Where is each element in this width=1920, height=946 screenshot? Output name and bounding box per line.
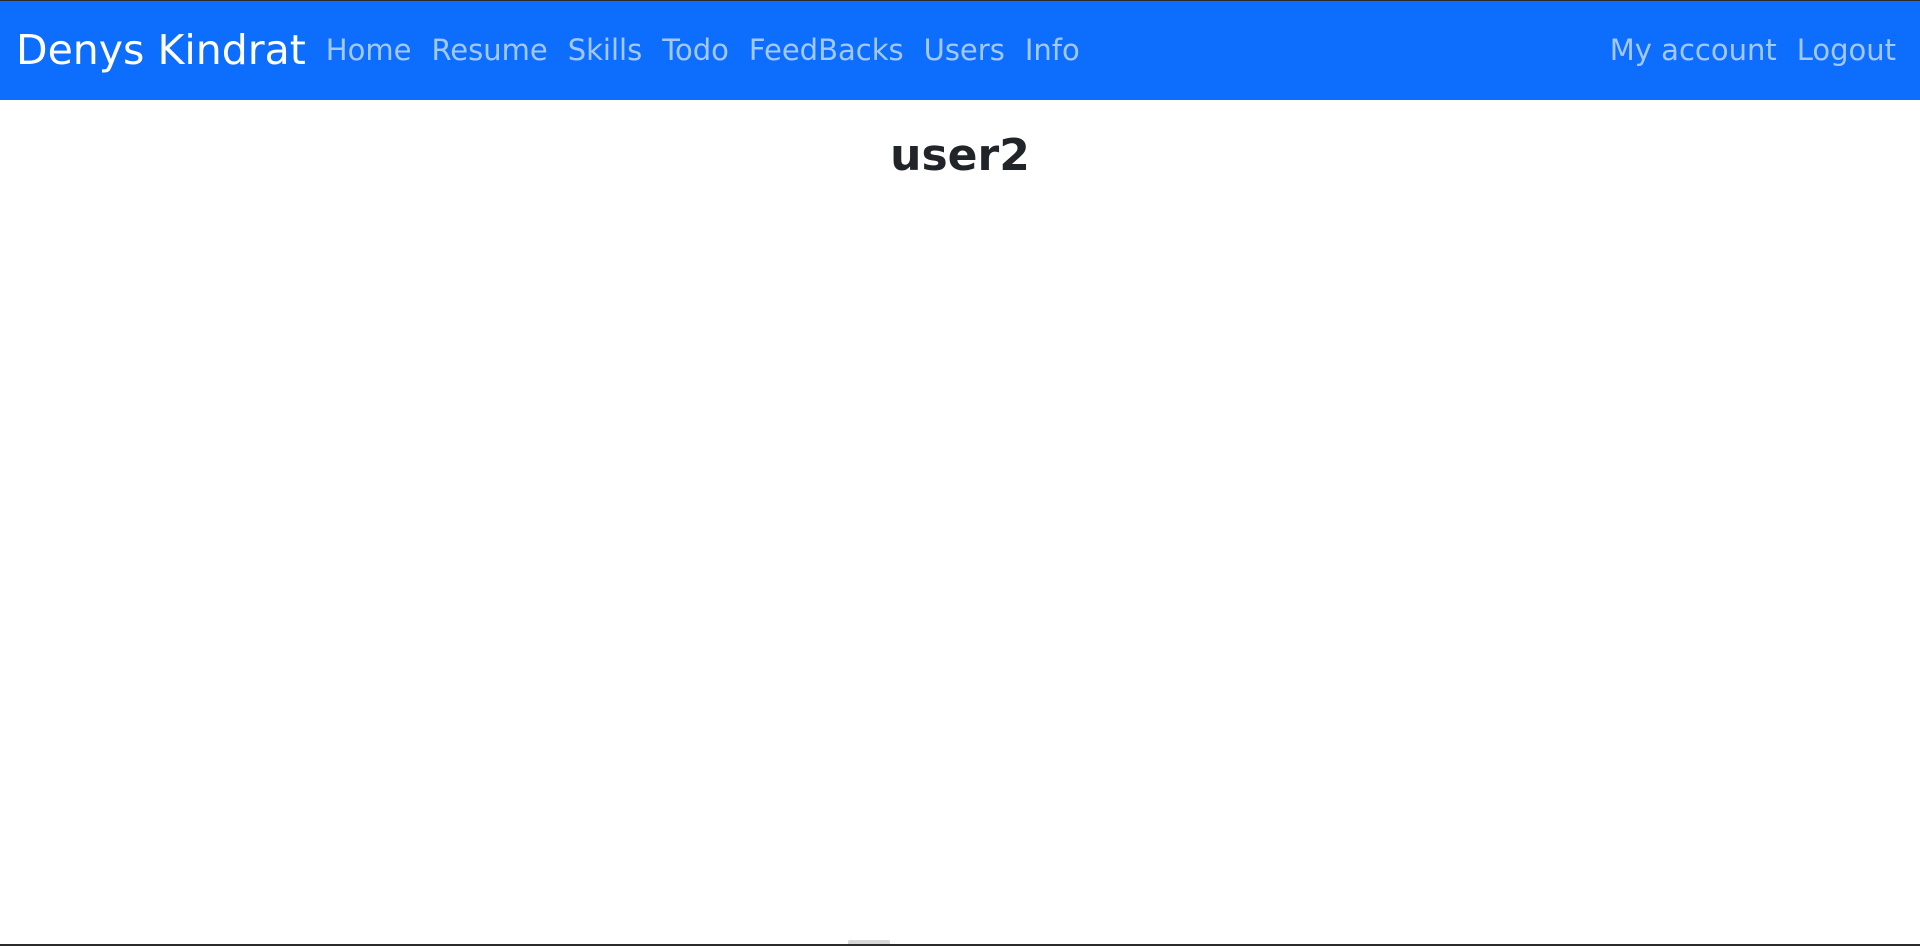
nav-link-my-account[interactable]: My account — [1600, 36, 1787, 65]
nav-link-logout[interactable]: Logout — [1787, 36, 1906, 65]
app-window: Denys Kindrat Home Resume Skills Todo Fe… — [0, 0, 1920, 946]
account-nav: My account Logout — [1600, 36, 1920, 65]
window-bottom-handle — [848, 940, 890, 944]
nav-link-skills[interactable]: Skills — [558, 36, 652, 65]
main-nav: Home Resume Skills Todo FeedBacks Users … — [316, 36, 1090, 65]
brand-link[interactable]: Denys Kindrat — [16, 30, 306, 71]
main-content: user2 — [0, 100, 1920, 183]
nav-link-feedbacks[interactable]: FeedBacks — [739, 36, 914, 65]
top-navbar: Denys Kindrat Home Resume Skills Todo Fe… — [0, 1, 1920, 100]
nav-link-users[interactable]: Users — [914, 36, 1015, 65]
page-title: user2 — [890, 130, 1030, 181]
nav-link-resume[interactable]: Resume — [421, 36, 557, 65]
nav-link-info[interactable]: Info — [1015, 36, 1090, 65]
nav-link-todo[interactable]: Todo — [652, 36, 739, 65]
nav-link-home[interactable]: Home — [316, 36, 422, 65]
